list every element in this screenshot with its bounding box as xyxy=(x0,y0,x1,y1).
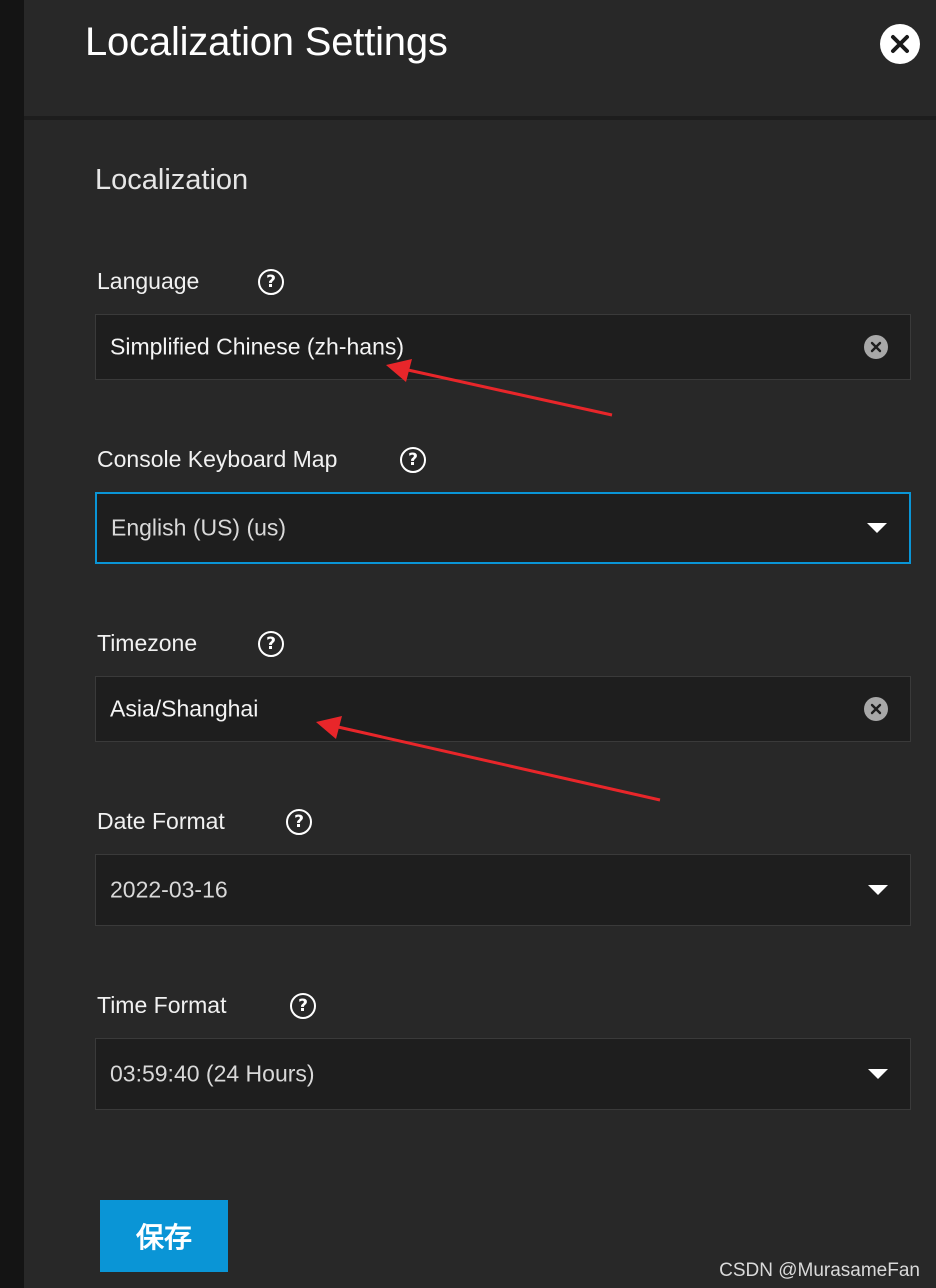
section-heading: Localization xyxy=(95,164,249,196)
save-button[interactable]: 保存 xyxy=(100,1200,228,1272)
time-format-select[interactable]: 03:59:40 (24 Hours) xyxy=(95,1038,911,1110)
header-divider xyxy=(24,116,936,120)
help-icon[interactable]: ? xyxy=(400,447,426,473)
time-format-label: Time Format xyxy=(97,992,227,1018)
language-field[interactable]: Simplified Chinese (zh-hans) xyxy=(95,314,911,380)
clear-icon[interactable] xyxy=(864,335,888,359)
date-format-label: Date Format xyxy=(97,808,225,834)
date-format-select[interactable]: 2022-03-16 xyxy=(95,854,911,926)
language-value: Simplified Chinese (zh-hans) xyxy=(110,333,405,360)
help-icon[interactable]: ? xyxy=(258,631,284,657)
chevron-down-icon[interactable] xyxy=(867,523,887,533)
clear-icon[interactable] xyxy=(864,697,888,721)
timezone-label: Timezone xyxy=(97,630,198,656)
chevron-down-icon[interactable] xyxy=(868,1069,888,1079)
chevron-down-icon[interactable] xyxy=(868,885,888,895)
background-strip xyxy=(0,0,24,1288)
keyboard-map-select[interactable]: English (US) (us) xyxy=(95,492,911,564)
help-icon[interactable]: ? xyxy=(290,993,316,1019)
timezone-value: Asia/Shanghai xyxy=(110,695,259,722)
close-icon xyxy=(891,35,909,53)
watermark: CSDN @MurasameFan xyxy=(719,1260,920,1281)
keyboard-map-value: English (US) (us) xyxy=(111,514,287,541)
time-format-value: 03:59:40 (24 Hours) xyxy=(110,1060,315,1087)
timezone-field[interactable]: Asia/Shanghai xyxy=(95,676,911,742)
help-icon[interactable]: ? xyxy=(286,809,312,835)
localization-dialog: Localization Settings Localization Langu… xyxy=(24,0,936,1288)
keyboard-map-label: Console Keyboard Map xyxy=(97,446,338,472)
close-button[interactable] xyxy=(880,24,920,64)
dialog-title: Localization Settings xyxy=(85,20,448,64)
help-icon[interactable]: ? xyxy=(258,269,284,295)
date-format-value: 2022-03-16 xyxy=(110,876,228,903)
language-label: Language xyxy=(97,268,200,294)
